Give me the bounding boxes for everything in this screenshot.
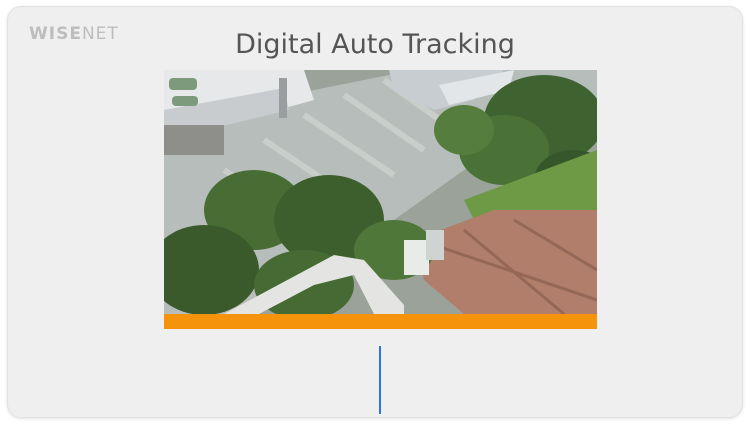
text-cursor-line <box>379 346 381 414</box>
video-progress-bar[interactable] <box>164 314 597 329</box>
slide-title: Digital Auto Tracking <box>235 29 515 60</box>
presentation-slide: WISENET Digital Auto Tracking <box>7 6 743 418</box>
video-progress-fill <box>164 314 597 329</box>
aerial-plaza-scene <box>164 70 597 314</box>
camera-video-frame[interactable] <box>164 70 597 314</box>
